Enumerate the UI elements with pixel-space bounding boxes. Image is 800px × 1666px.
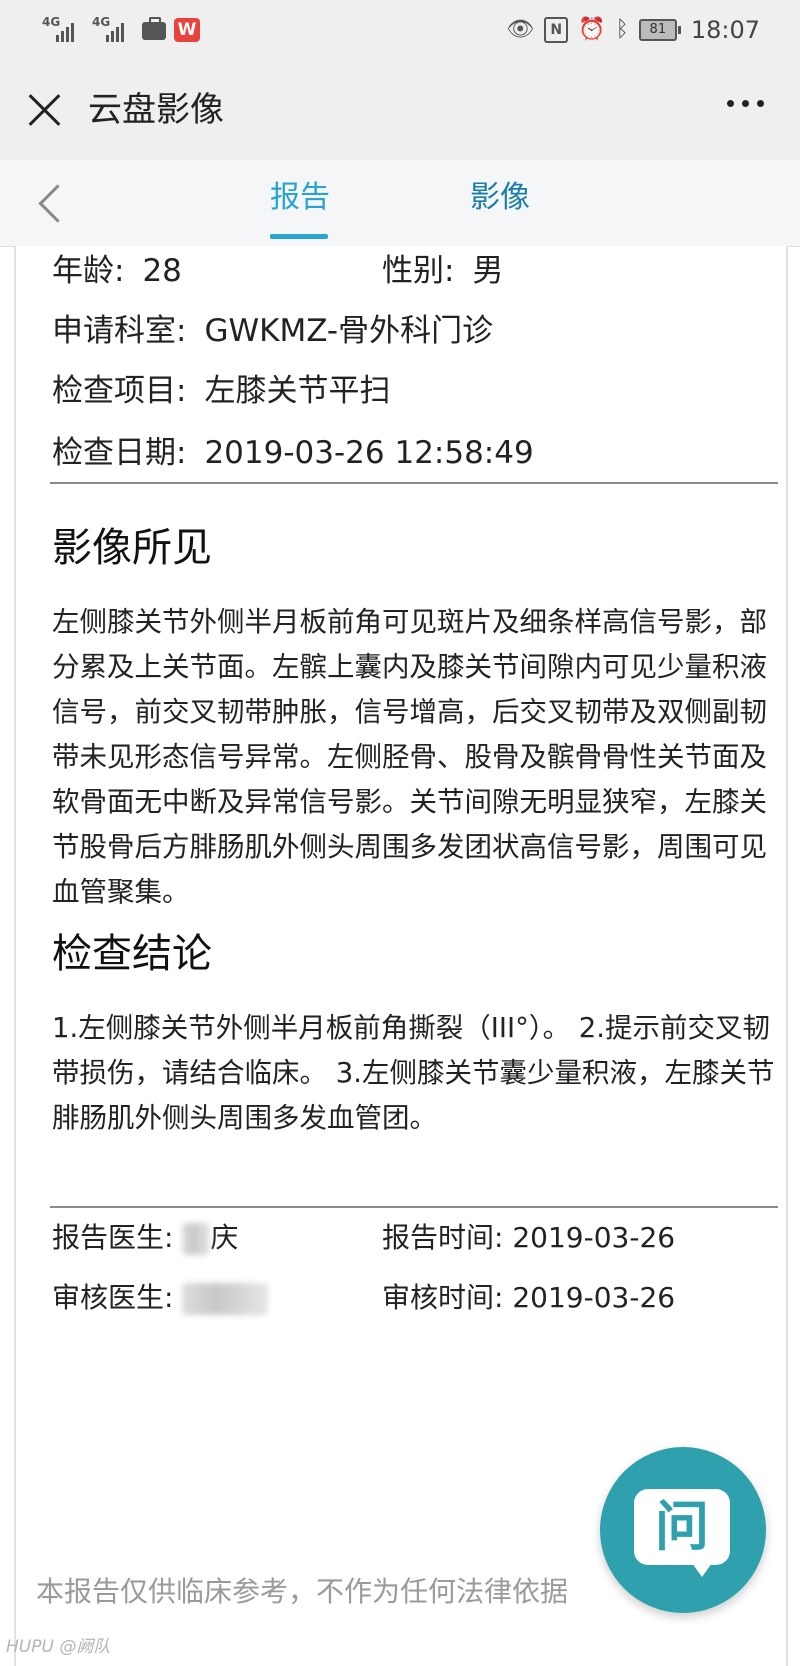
- nfc-icon: N: [544, 17, 569, 43]
- report-doctor-row: 报告医生: 庆: [52, 1218, 238, 1258]
- review-time-label: 审核时间:: [382, 1281, 504, 1314]
- ask-question-button[interactable]: 问: [600, 1447, 766, 1613]
- signal-icon: 4G: [42, 16, 84, 44]
- sex-value: 男: [472, 253, 504, 289]
- close-icon[interactable]: [26, 91, 64, 129]
- status-left: 4G 4G W: [42, 14, 200, 44]
- report-doctor-partial: 庆: [210, 1221, 239, 1254]
- signal-icon: 4G: [92, 16, 134, 44]
- exam-date-value: 2019-03-26 12:58:49: [204, 435, 534, 471]
- exam-item-value: 左膝关节平扫: [204, 373, 391, 409]
- conclusion-text: 1.左侧膝关节外侧半月板前角撕裂（III°）。 2.提示前交叉韧带损伤，请结合临…: [52, 1012, 775, 1134]
- battery-icon: 81: [638, 19, 681, 41]
- status-right: 👁 N ⏰ ᛒ 81 18:07: [506, 12, 760, 48]
- report-doctor-label: 报告医生:: [52, 1221, 174, 1254]
- active-tab-indicator: [270, 234, 328, 239]
- dept-row: 申请科室: GWKMZ-骨外科门诊: [52, 310, 493, 352]
- review-time-row: 审核时间: 2019-03-26: [382, 1278, 675, 1318]
- chat-bubble-icon: 问: [634, 1489, 730, 1577]
- exam-date-label: 检查日期:: [52, 435, 187, 471]
- review-doctor-label: 审核医生:: [52, 1281, 174, 1314]
- back-chevron-icon[interactable]: [34, 184, 64, 222]
- tab-report[interactable]: 报告: [270, 178, 330, 218]
- briefcase-icon: [142, 17, 166, 40]
- review-time-value: 2019-03-26: [512, 1281, 676, 1314]
- sex-row: 性别: 男: [382, 250, 503, 292]
- dept-value: GWKMZ-骨外科门诊: [204, 313, 494, 349]
- status-bar: 4G 4G W 👁 N ⏰ ᛒ 81 18:07: [0, 0, 800, 60]
- clock: 18:07: [690, 16, 760, 44]
- disclaimer-text: 本报告仅供临床参考，不作为任何法律依据: [36, 1575, 569, 1608]
- age-label: 年龄:: [52, 253, 125, 289]
- divider: [50, 1206, 778, 1208]
- page-title: 云盘影像: [88, 90, 224, 130]
- age-row: 年龄: 28: [52, 250, 182, 292]
- exam-date-row: 检查日期: 2019-03-26 12:58:49: [52, 432, 534, 474]
- divider: [50, 482, 778, 484]
- bluetooth-icon: ᛒ: [615, 17, 629, 42]
- exam-item-row: 检查项目: 左膝关节平扫: [52, 370, 390, 412]
- sex-label: 性别:: [382, 253, 455, 289]
- conclusion-title: 检查结论: [52, 931, 212, 977]
- more-options-icon[interactable]: [727, 100, 764, 107]
- alarm-icon: ⏰: [578, 17, 606, 42]
- tab-images[interactable]: 影像: [470, 178, 530, 218]
- report-time-row: 报告时间: 2019-03-26: [382, 1218, 675, 1258]
- redacted-name: [182, 1223, 211, 1255]
- watermark: HUPU @阙队: [6, 1637, 111, 1657]
- dept-label: 申请科室:: [52, 313, 187, 349]
- tab-bar: 报告 影像: [0, 160, 800, 247]
- redacted-name: [182, 1283, 269, 1315]
- review-doctor-row: 审核医生:: [52, 1278, 269, 1318]
- title-bar: 云盘影像: [0, 60, 800, 160]
- eye-icon: 👁: [506, 17, 535, 42]
- findings-text: 左侧膝关节外侧半月板前角可见斑片及细条样高信号影，部分累及上关节面。左髌上囊内及…: [52, 606, 767, 908]
- report-time-value: 2019-03-26: [512, 1221, 676, 1254]
- app-badge-icon: W: [174, 18, 200, 42]
- report-time-label: 报告时间:: [382, 1221, 504, 1254]
- findings-title: 影像所见: [52, 525, 212, 571]
- age-value: 28: [142, 253, 182, 289]
- battery-level: 81: [638, 19, 677, 41]
- exam-item-label: 检查项目:: [52, 373, 187, 409]
